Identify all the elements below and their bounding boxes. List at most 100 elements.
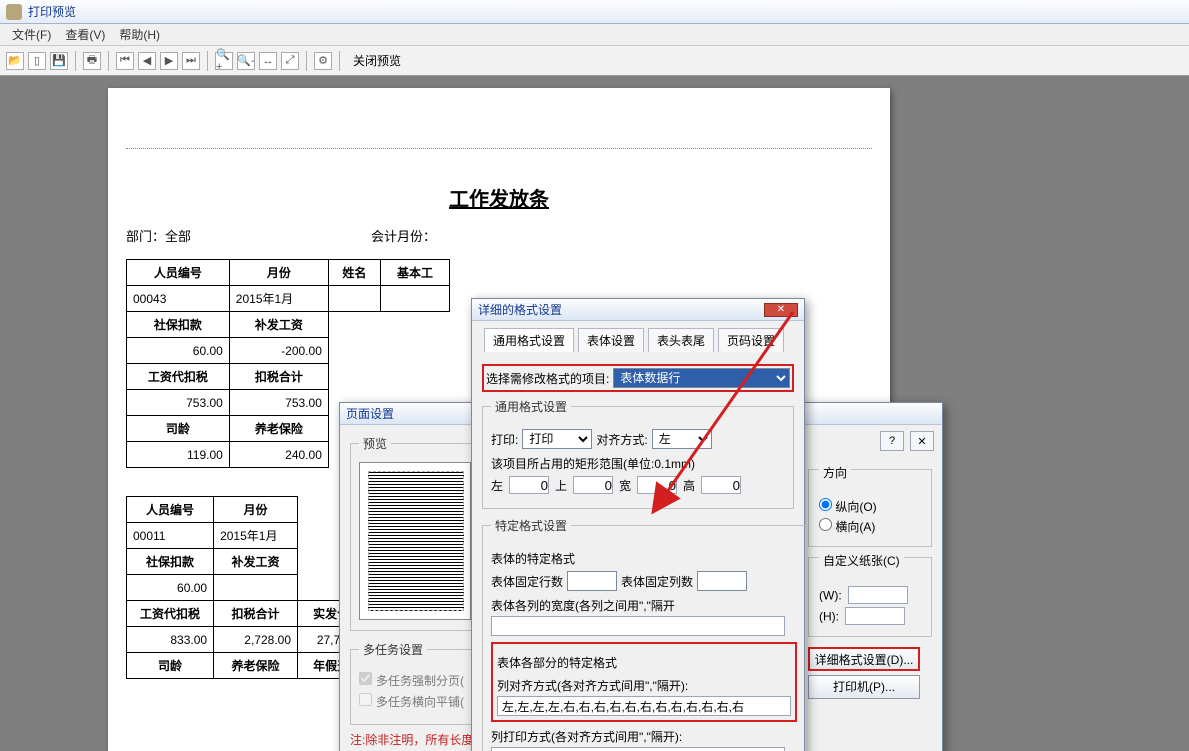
- td: 00011: [127, 523, 214, 549]
- tab-header-footer[interactable]: 表头表尾: [648, 328, 714, 352]
- close-icon[interactable]: ✕: [764, 303, 798, 317]
- zoom-out-icon[interactable]: 🔍-: [237, 52, 255, 70]
- th: 月份: [229, 260, 328, 286]
- select-item-label: 选择需修改格式的项目:: [486, 370, 609, 387]
- td: 240.00: [229, 442, 328, 468]
- save-icon[interactable]: 💾: [50, 52, 68, 70]
- separator: [207, 51, 208, 71]
- separator: [306, 51, 307, 71]
- portrait-radio[interactable]: 纵向(O): [819, 498, 921, 515]
- th: 补发工资: [214, 549, 298, 575]
- orientation-group: 方向 纵向(O) 横向(A): [808, 469, 932, 547]
- td: 00043: [127, 286, 230, 312]
- print-icon[interactable]: 🖶: [83, 52, 101, 70]
- printer-button[interactable]: 打印机(P)...: [808, 675, 920, 699]
- dept-value: 全部: [165, 229, 191, 244]
- tab-general[interactable]: 通用格式设置: [484, 328, 574, 352]
- detail-titlebar: 详细的格式设置 ✕: [472, 299, 804, 321]
- td: -200.00: [229, 338, 328, 364]
- general-format-group: 通用格式设置 打印: 打印 对齐方式: 左 该项目所占用的矩形范围(单位:0.1…: [482, 398, 794, 509]
- page-setup-title: 页面设置: [346, 405, 394, 422]
- rect-width-input[interactable]: [637, 476, 677, 494]
- window-titlebar: 打印预览: [0, 0, 1189, 24]
- td: 60.00: [127, 575, 214, 601]
- dept-label: 部门：: [126, 229, 165, 244]
- specific-format-group: 特定格式设置 表体的特定格式 表体固定行数 表体固定列数 表体各列的宽度(各列之…: [482, 517, 806, 751]
- th: 养老保险: [229, 416, 328, 442]
- td: 2015年1月: [214, 523, 298, 549]
- doc-title: 工作发放条: [126, 183, 872, 212]
- rect-height-input[interactable]: [701, 476, 741, 494]
- th: 社保扣款: [127, 312, 230, 338]
- next-page-icon[interactable]: ▶: [160, 52, 178, 70]
- body-spec-title: 表体的特定格式: [491, 550, 797, 567]
- td: 753.00: [229, 390, 328, 416]
- rect-t-label: 上: [555, 477, 567, 494]
- landscape-radio[interactable]: 横向(A): [819, 518, 921, 535]
- th: 基本工: [380, 260, 449, 286]
- td: 60.00: [127, 338, 230, 364]
- spec-legend: 特定格式设置: [491, 517, 571, 534]
- separator: [108, 51, 109, 71]
- height-field[interactable]: (H):: [819, 607, 921, 625]
- col-print-input[interactable]: [491, 747, 785, 751]
- col-width-label: 表体各列的宽度(各列之间用","隔开: [491, 597, 797, 614]
- th: 人员编号: [127, 497, 214, 523]
- col-print-label: 列打印方式(各对齐方式间用","隔开):: [491, 728, 797, 745]
- detail-title: 详细的格式设置: [478, 301, 562, 318]
- first-page-icon[interactable]: ⏮: [116, 52, 134, 70]
- menu-view[interactable]: 查看(V): [59, 24, 111, 45]
- th: 司龄: [127, 653, 214, 679]
- close-button[interactable]: ✕: [910, 431, 934, 451]
- prev-page-icon[interactable]: ◀: [138, 52, 156, 70]
- col-width-input[interactable]: [491, 616, 785, 636]
- force-page-checkbox[interactable]: 多任务强制分页(: [359, 672, 481, 689]
- col-align-label: 列对齐方式(各对齐方式间用","隔开):: [497, 677, 791, 694]
- rect-h-label: 高: [683, 477, 695, 494]
- th: 司龄: [127, 416, 230, 442]
- rect-w-label: 宽: [619, 477, 631, 494]
- separator: [339, 51, 340, 71]
- rect-top-input[interactable]: [573, 476, 613, 494]
- fit-page-icon[interactable]: ⤢: [281, 52, 299, 70]
- fixed-cols-label: 表体固定列数: [621, 573, 693, 590]
- preview-fieldset: 预览: [350, 435, 490, 631]
- detail-format-button[interactable]: 详细格式设置(D)...: [808, 647, 920, 671]
- tab-body[interactable]: 表体设置: [578, 328, 644, 352]
- tab-page-number[interactable]: 页码设置: [718, 328, 784, 352]
- menu-help[interactable]: 帮助(H): [113, 24, 166, 45]
- zoom-in-icon[interactable]: 🔍+: [215, 52, 233, 70]
- fit-width-icon[interactable]: ↔: [259, 52, 277, 70]
- open-icon[interactable]: 📂: [6, 52, 24, 70]
- app-icon: [6, 4, 22, 20]
- separator: [75, 51, 76, 71]
- help-button[interactable]: ?: [880, 431, 904, 451]
- th: 月份: [214, 497, 298, 523]
- align-label: 对齐方式:: [596, 431, 647, 448]
- page-divider: [126, 148, 872, 149]
- col-align-input[interactable]: [497, 696, 791, 716]
- print-dropdown[interactable]: 打印: [522, 429, 592, 449]
- red-note: 注:除非注明，所有长度: [350, 731, 490, 748]
- align-dropdown[interactable]: 左: [652, 429, 712, 449]
- select-item-dropdown[interactable]: 表体数据行: [613, 368, 790, 388]
- fixed-cols-input[interactable]: [697, 571, 747, 591]
- fixed-rows-input[interactable]: [567, 571, 617, 591]
- th: 社保扣款: [127, 549, 214, 575]
- last-page-icon[interactable]: ⏭: [182, 52, 200, 70]
- multitask-legend: 多任务设置: [359, 641, 427, 658]
- general-format-legend: 通用格式设置: [491, 398, 571, 415]
- period-label: 会计月份：: [371, 226, 436, 245]
- paper-legend: 自定义纸张(C): [819, 552, 904, 569]
- multitask-fieldset: 多任务设置 多任务强制分页( 多任务横向平铺(: [350, 641, 490, 725]
- horiz-tile-checkbox[interactable]: 多任务横向平铺(: [359, 693, 481, 710]
- menu-bar: 文件(F) 查看(V) 帮助(H): [0, 24, 1189, 46]
- width-field[interactable]: (W):: [819, 586, 921, 604]
- doc-icon[interactable]: ▯: [28, 52, 46, 70]
- rect-left-input[interactable]: [509, 476, 549, 494]
- settings-icon[interactable]: ⚙: [314, 52, 332, 70]
- close-preview-button[interactable]: 关闭预览: [347, 50, 407, 71]
- orientation-legend: 方向: [819, 464, 851, 481]
- rect-label: 该项目所占用的矩形范围(单位:0.1mm): [491, 455, 785, 472]
- menu-file[interactable]: 文件(F): [6, 24, 57, 45]
